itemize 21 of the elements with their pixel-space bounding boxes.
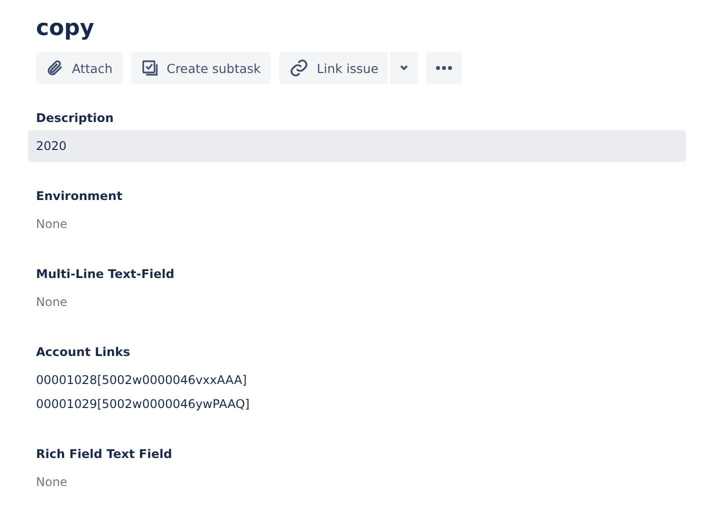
paperclip-icon (46, 59, 64, 77)
toolbar-button[interactable]: Create subtask (130, 52, 271, 84)
field-label: Account Links (36, 344, 132, 360)
caret-icon (399, 64, 410, 72)
more-icon (436, 66, 452, 70)
field-value[interactable]: 2020 (28, 130, 686, 162)
checkbox-icon (140, 59, 159, 77)
more-button[interactable] (426, 52, 462, 84)
field-label: Rich Field Text Field (36, 446, 174, 462)
field-label: Description (36, 110, 115, 126)
field-label: Multi-Line Text-Field (36, 266, 176, 282)
field-value: 00001029[5002w0000046ywPAAQ] (36, 396, 251, 413)
field-value: None (36, 294, 68, 311)
issue-title: copy (36, 15, 96, 43)
field-value: None (36, 216, 68, 233)
toolbar-button[interactable]: Attach (36, 52, 123, 84)
field-value: 00001028[5002w0000046vxxAAA] (36, 372, 248, 389)
field-value: None (36, 474, 68, 491)
link-issue-button[interactable]: Link issue (278, 52, 388, 84)
field-label: Environment (36, 188, 124, 204)
link-icon (288, 58, 309, 78)
